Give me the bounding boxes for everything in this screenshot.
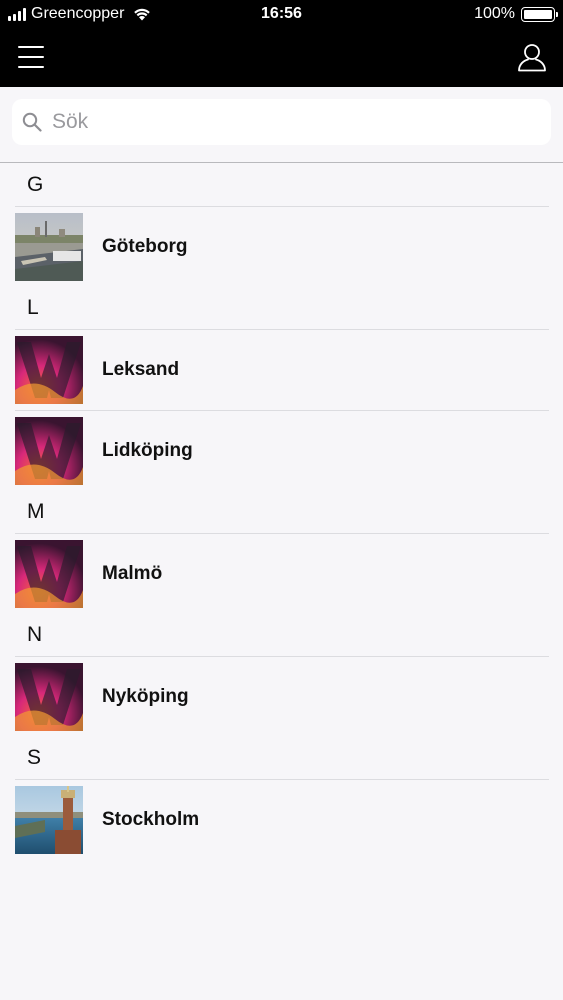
section-header-g: G [27, 173, 44, 196]
city-name: Göteborg [102, 236, 188, 257]
nykoping-thumbnail [15, 663, 83, 731]
city-name: Lidköping [102, 440, 193, 461]
section-header-s: S [27, 746, 42, 769]
list-item-nykoping[interactable]: Nyköping [0, 657, 563, 737]
list-item-lidkoping[interactable]: Lidköping [0, 411, 563, 491]
city-name: Nyköping [102, 686, 189, 707]
battery-percent: 100% [474, 5, 515, 22]
navigation-bar [0, 30, 563, 87]
city-name: Stockholm [102, 809, 200, 830]
search-input[interactable] [52, 110, 532, 134]
status-bar-right: 100% [474, 5, 558, 23]
city-name: Malmö [102, 563, 163, 584]
list-item-goteborg[interactable]: Göteborg [0, 207, 563, 287]
search-bar-container [0, 87, 563, 163]
search-icon [22, 112, 42, 132]
lidkoping-thumbnail [15, 417, 83, 485]
section-header-n: N [27, 623, 43, 646]
battery-icon [521, 6, 558, 22]
search-box[interactable] [12, 99, 551, 145]
leksand-thumbnail [15, 336, 83, 404]
stockholm-thumbnail [15, 786, 83, 854]
section-header-m: M [27, 500, 45, 523]
section-header-l: L [27, 296, 39, 319]
list-item-malmo[interactable]: Malmö [0, 534, 563, 614]
malmo-thumbnail [15, 540, 83, 608]
status-bar: Greencopper 16:56 100% [0, 0, 563, 30]
list-item-stockholm[interactable]: Stockholm [0, 780, 563, 860]
city-name: Leksand [102, 359, 180, 380]
user-profile-icon[interactable] [517, 42, 547, 72]
list-item-leksand[interactable]: Leksand [0, 330, 563, 410]
goteborg-thumbnail [15, 213, 83, 281]
city-list: G Göteborg L Leksand Lidköping M Malmö N… [0, 164, 563, 860]
hamburger-menu-icon[interactable] [18, 46, 44, 68]
